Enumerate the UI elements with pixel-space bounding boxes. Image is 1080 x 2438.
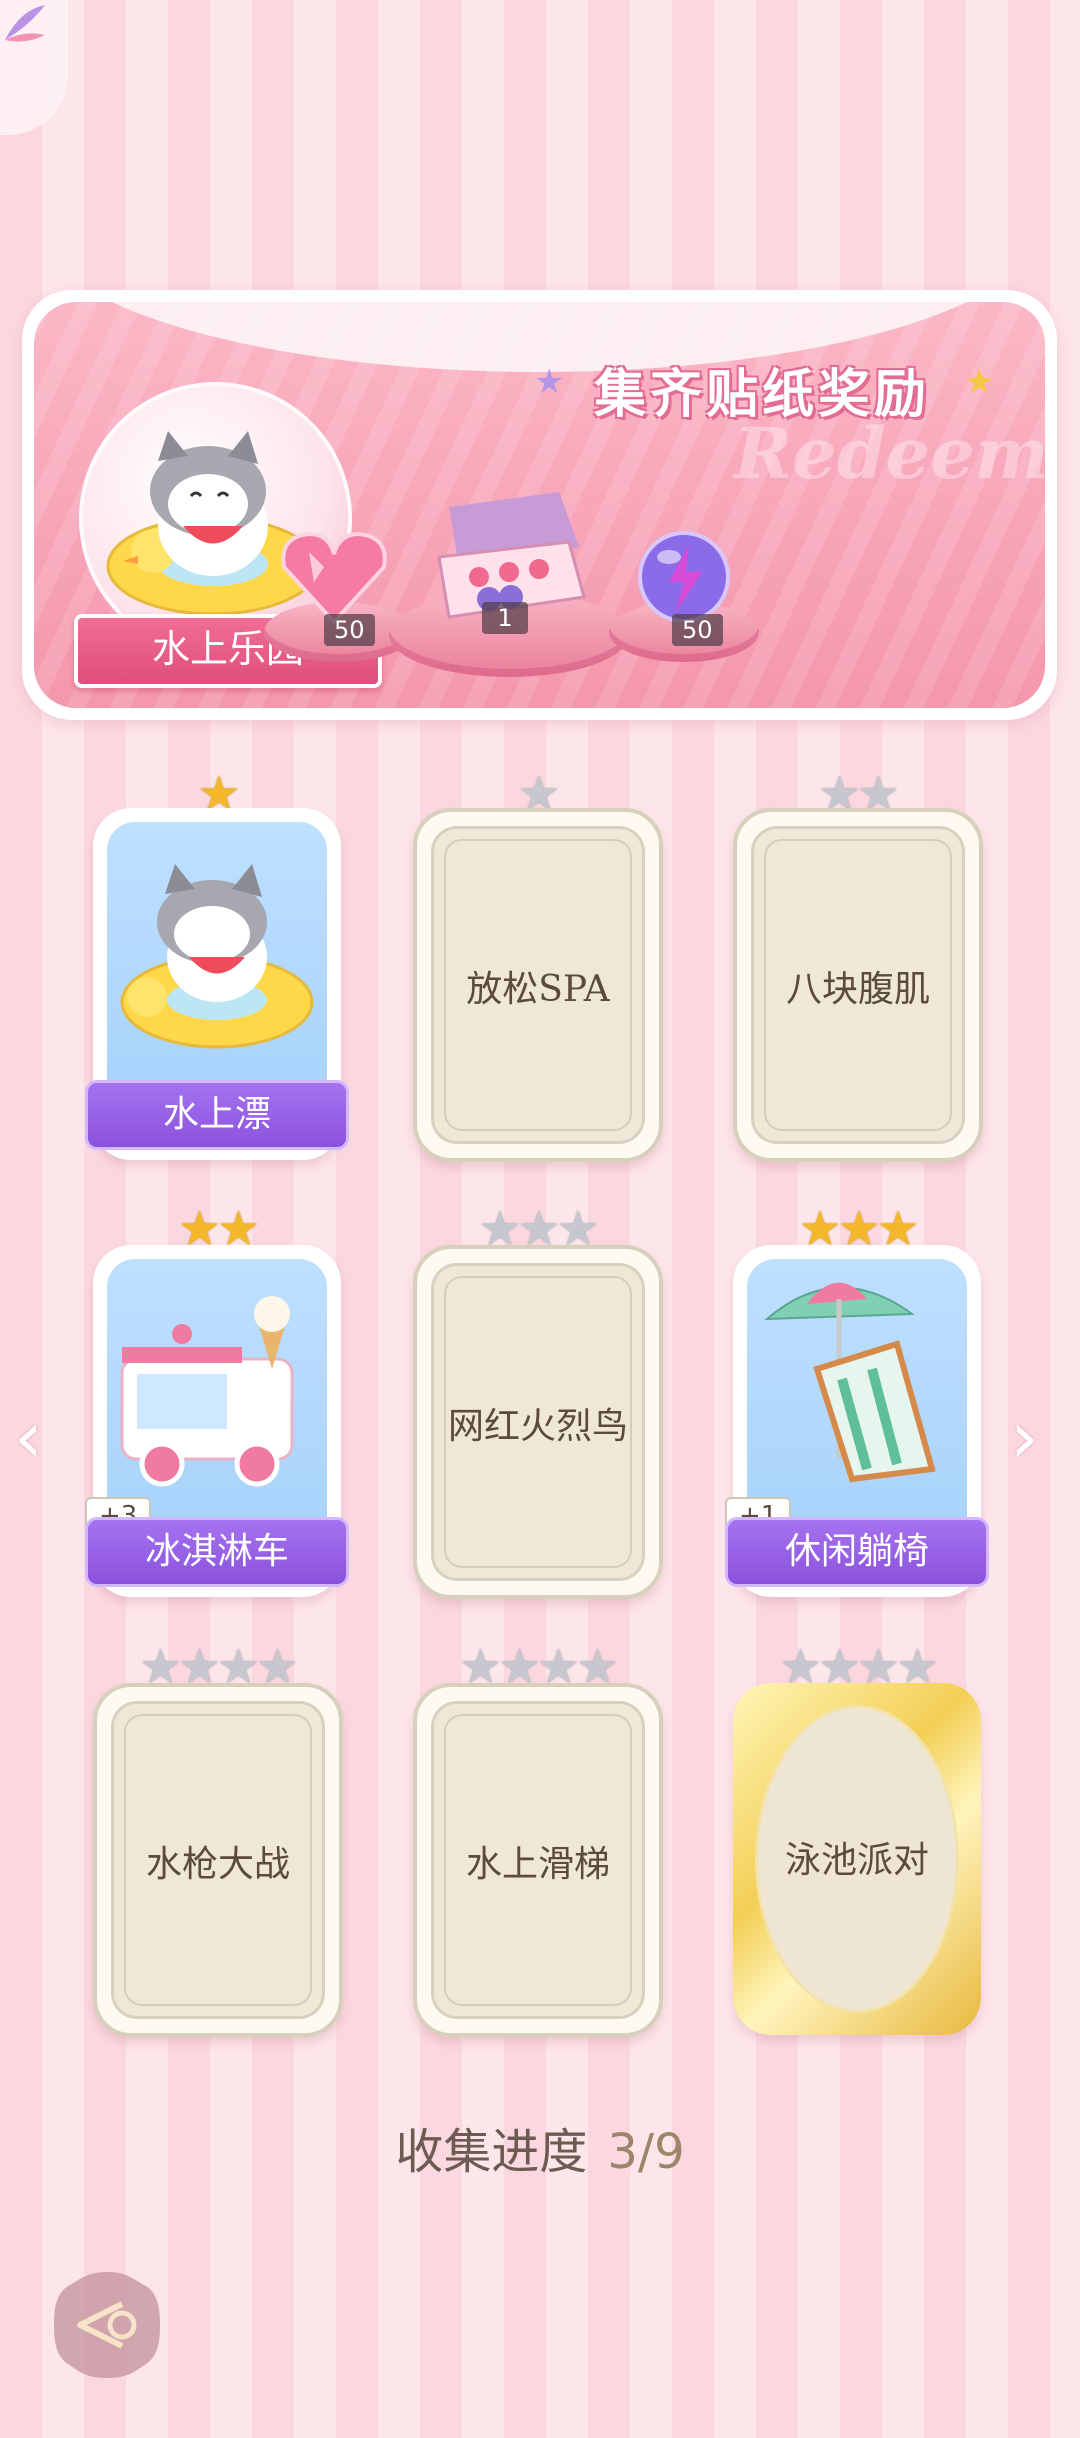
sticker-card[interactable]: 八块腹肌 [733, 808, 983, 1162]
card-name: 泳池派对 [784, 1840, 929, 1881]
reward-count: 1 [482, 602, 528, 634]
progress-label: 收集进度 [395, 2124, 588, 2180]
sticker-card[interactable]: 水枪大战 [93, 1683, 343, 2037]
star-deco-icon: ★ [964, 362, 995, 402]
banner-title: 集齐贴纸奖励 [594, 365, 931, 425]
card-name: 冰淇淋车 [85, 1517, 349, 1587]
card-name: 放松SPA [466, 969, 610, 1010]
sticker-card-gold[interactable]: 泳池派对 [733, 1683, 981, 2035]
card-name: 八块腹肌 [785, 969, 930, 1010]
reward-count: 50 [672, 614, 723, 646]
energy-orb-icon [638, 531, 730, 623]
collection-progress: 收集进度 3/9 [0, 2112, 1080, 2182]
card-name: 水上滑梯 [465, 1844, 610, 1885]
chevron-left-icon[interactable]: ‹ [14, 1395, 43, 1479]
card-name: 休闲躺椅 [725, 1517, 989, 1587]
sticker-art-float [107, 822, 327, 1120]
card-name: 水上漂 [85, 1080, 349, 1150]
star-deco-icon: ★ [534, 362, 565, 402]
sticker-card[interactable]: 水上滑梯 [413, 1683, 663, 2037]
menu-corner-button[interactable] [0, 0, 68, 135]
sticker-card[interactable]: +1 休闲躺椅 [725, 1245, 989, 1597]
sticker-card[interactable]: 水上漂 [85, 808, 349, 1160]
card-name: 网红火烈鸟 [447, 1406, 628, 1447]
menu-icon [5, 5, 45, 42]
back-arrow-icon[interactable] [50, 2268, 164, 2382]
progress-value: 3/9 [607, 2124, 685, 2180]
card-name: 水枪大战 [145, 1844, 290, 1885]
sticker-card[interactable]: 网红火烈鸟 [413, 1245, 663, 1599]
chevron-right-icon[interactable]: › [1010, 1395, 1039, 1479]
reward-count: 50 [324, 614, 375, 646]
sticker-card[interactable]: +3 冰淇淋车 [85, 1245, 349, 1597]
reward-banner: Redeem ★ ★ 集齐贴纸奖励 水上乐园 50 1 50 [22, 290, 1057, 720]
sticker-card[interactable]: 放松SPA [413, 808, 663, 1162]
